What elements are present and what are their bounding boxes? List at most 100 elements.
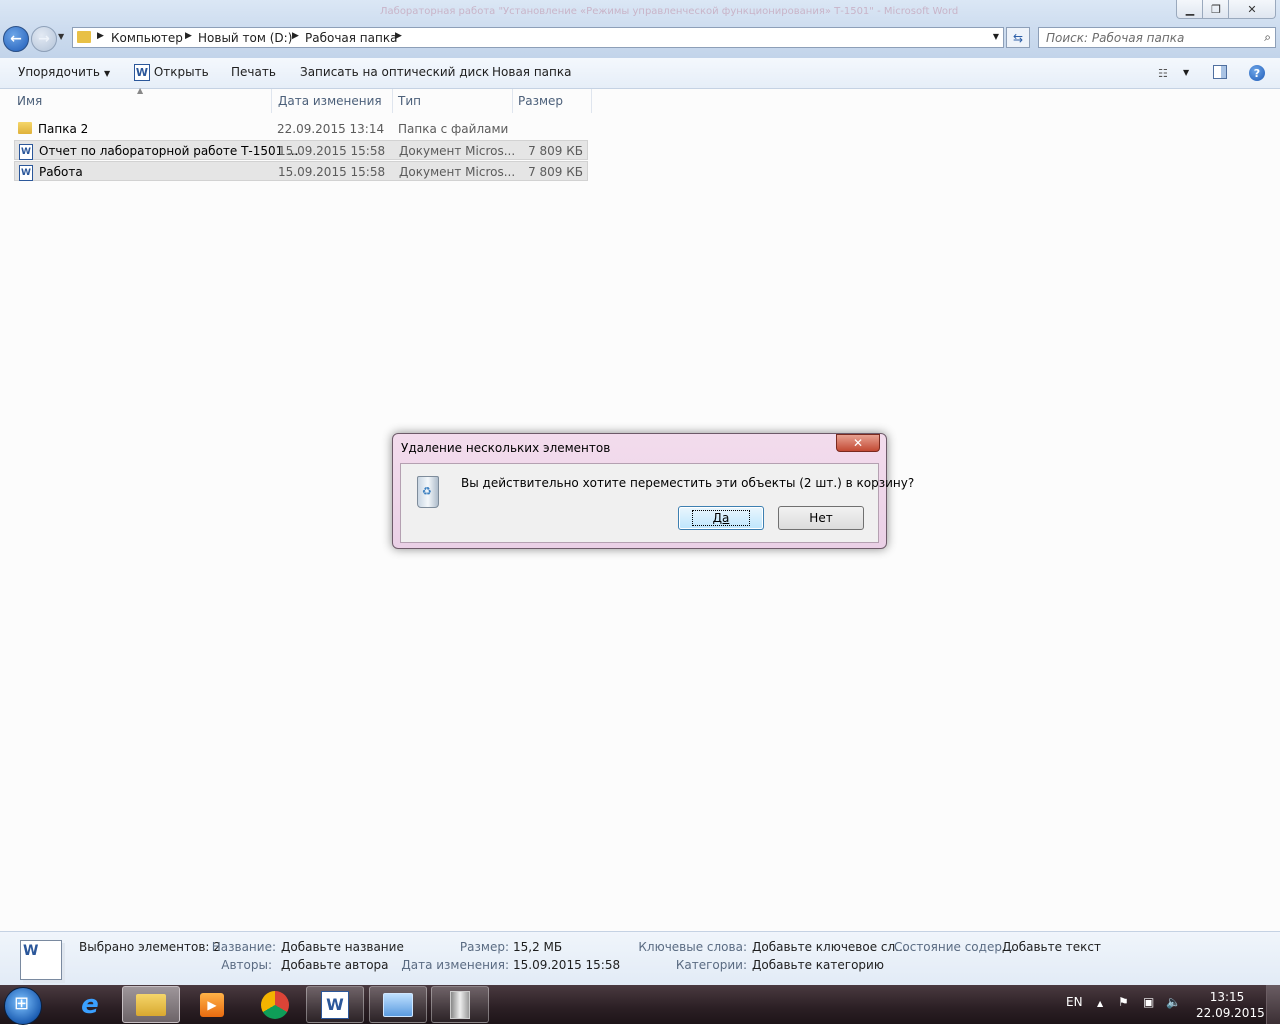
- breadcrumb-computer[interactable]: Компьютер: [111, 31, 183, 45]
- language-indicator[interactable]: EN: [1066, 995, 1083, 1009]
- refresh-icon: ⇆: [1012, 30, 1024, 45]
- column-divider[interactable]: [271, 89, 272, 113]
- breadcrumb-folder[interactable]: Рабочая папка: [305, 31, 397, 45]
- taskbar-word[interactable]: W: [306, 986, 364, 1023]
- list-item[interactable]: Папка 2 22.09.2015 13:14 Папка с файлами: [14, 119, 588, 139]
- command-bar: Упорядочить ▼ W Открыть Печать Записать н…: [0, 58, 1280, 89]
- refresh-button[interactable]: ⇆: [1006, 27, 1030, 48]
- categories-value[interactable]: Добавьте категорию: [752, 958, 884, 972]
- file-name: Работа: [39, 165, 83, 179]
- chevron-right-icon[interactable]: ▶: [97, 31, 104, 41]
- dialog-close-button[interactable]: ✕: [836, 434, 880, 452]
- preview-pane-icon[interactable]: [1213, 65, 1227, 79]
- chevron-right-icon[interactable]: ▶: [292, 31, 299, 41]
- search-input[interactable]: Поиск: Рабочая папка ⌕: [1038, 27, 1276, 48]
- volume-icon[interactable]: 🔈: [1166, 995, 1181, 1009]
- dialog-message: Вы действительно хотите переместить эти …: [461, 476, 915, 490]
- title-value[interactable]: Добавьте название: [281, 940, 404, 954]
- open-button[interactable]: W Открыть: [134, 64, 209, 81]
- taskbar-explorer[interactable]: [122, 986, 180, 1023]
- column-divider[interactable]: [392, 89, 393, 113]
- recent-pages-dropdown[interactable]: ▼: [58, 32, 64, 41]
- open-label: Открыть: [153, 65, 209, 79]
- column-divider[interactable]: [512, 89, 513, 113]
- minimize-button[interactable]: ▁: [1176, 0, 1204, 19]
- chevron-down-icon[interactable]: ▼: [993, 32, 999, 41]
- caret-down-icon[interactable]: ▼: [1183, 68, 1189, 77]
- categories-label: Категории:: [675, 958, 747, 972]
- taskbar-media-player[interactable]: ▶: [183, 986, 241, 1023]
- list-item[interactable]: W Работа 15.09.2015 15:58 Документ Micro…: [14, 161, 588, 181]
- file-size: 7 809 КБ: [528, 165, 583, 179]
- file-name: Папка 2: [38, 122, 89, 136]
- arrow-left-icon: ←: [10, 31, 22, 47]
- taskbar-app[interactable]: [431, 986, 489, 1023]
- action-center-flag-icon[interactable]: ⚑: [1118, 995, 1129, 1009]
- folder-icon: [77, 31, 91, 43]
- show-desktop-button[interactable]: [1266, 985, 1280, 1024]
- chevron-right-icon[interactable]: ▶: [395, 31, 402, 41]
- search-placeholder: Поиск: Рабочая папка: [1046, 31, 1185, 45]
- column-divider[interactable]: [591, 89, 592, 113]
- delete-confirm-dialog: Удаление нескольких элементов ✕ Вы дейст…: [392, 433, 914, 549]
- network-icon[interactable]: ▣: [1143, 995, 1154, 1009]
- close-button[interactable]: ✕: [1228, 0, 1276, 19]
- close-icon: ✕: [852, 436, 864, 450]
- size-label: Размер:: [459, 940, 509, 954]
- view-options-icon[interactable]: ☷: [1158, 67, 1168, 80]
- file-name: Отчет по лабораторной работе Т-1501 ...: [39, 144, 299, 158]
- organize-button[interactable]: Упорядочить ▼: [18, 65, 110, 79]
- taskbar-chrome[interactable]: [246, 986, 304, 1023]
- chevron-right-icon[interactable]: ▶: [185, 31, 192, 41]
- word-doc-icon: W: [19, 144, 33, 160]
- modified-value: 15.09.2015 15:58: [513, 958, 621, 972]
- word-icon: W: [321, 990, 349, 1019]
- keywords-value[interactable]: Добавьте ключевое сл...: [752, 940, 907, 954]
- selection-count: Выбрано элементов: 2: [79, 940, 221, 954]
- modified-label: Дата изменения:: [401, 958, 509, 972]
- size-value: 15,2 МБ: [513, 940, 563, 954]
- window-title: Лабораторная работа "Установление «Режим…: [380, 6, 959, 17]
- word-doc-icon: W: [19, 165, 33, 181]
- control-panel-icon: [383, 992, 413, 1017]
- taskbar: e ▶ W EN ▲ ⚑ ▣ 🔈 13:15 22.09.2015: [0, 985, 1280, 1025]
- forward-button[interactable]: →: [31, 26, 57, 52]
- file-date: 15.09.2015 15:58: [278, 165, 386, 179]
- column-header-name[interactable]: Имя: [17, 94, 42, 108]
- sort-ascending-icon: ▲: [137, 86, 144, 95]
- breadcrumb-drive[interactable]: Новый том (D:): [198, 31, 292, 45]
- column-header-type[interactable]: Тип: [398, 94, 421, 108]
- folder-icon: [18, 122, 32, 134]
- restore-button[interactable]: ❐: [1202, 0, 1230, 19]
- print-button[interactable]: Печать: [231, 65, 276, 79]
- file-date: 22.09.2015 13:14: [277, 122, 385, 136]
- new-folder-button[interactable]: Новая папка: [492, 65, 571, 79]
- column-header-date[interactable]: Дата изменения: [278, 94, 382, 108]
- search-icon[interactable]: ⌕: [1264, 30, 1271, 45]
- clock-time[interactable]: 13:15: [1200, 990, 1254, 1004]
- list-item[interactable]: W Отчет по лабораторной работе Т-1501 ..…: [14, 140, 588, 160]
- caret-down-icon: ▼: [103, 69, 111, 78]
- authors-value[interactable]: Добавьте автора: [281, 958, 389, 972]
- start-button[interactable]: [4, 987, 42, 1025]
- show-hidden-icons-icon[interactable]: ▲: [1097, 999, 1103, 1008]
- details-pane: W Выбрано элементов: 2 Название: Добавьт…: [0, 931, 1280, 986]
- file-type: Документ Micros...: [399, 165, 516, 179]
- word-icon: W: [134, 64, 150, 81]
- yes-button[interactable]: Да: [678, 506, 764, 530]
- burn-disc-button[interactable]: Записать на оптический диск: [300, 65, 489, 79]
- column-header-size[interactable]: Размер: [518, 94, 563, 108]
- yes-label: Да: [691, 510, 751, 526]
- no-button[interactable]: Нет: [778, 506, 864, 530]
- content-status-value[interactable]: Добавьте текст: [1002, 940, 1101, 954]
- help-icon[interactable]: ?: [1249, 65, 1265, 81]
- taskbar-ie[interactable]: e: [61, 986, 119, 1023]
- clock-date[interactable]: 22.09.2015: [1196, 1006, 1265, 1020]
- taskbar-control-panel[interactable]: [369, 986, 427, 1023]
- back-button[interactable]: ←: [3, 26, 29, 52]
- window-titlebar: Лабораторная работа "Установление «Режим…: [0, 0, 1280, 58]
- file-date: 15.09.2015 15:58: [278, 144, 386, 158]
- file-type: Папка с файлами: [398, 122, 509, 136]
- explorer-folder-icon: [136, 993, 166, 1016]
- address-bar[interactable]: ▶ Компьютер ▶ Новый том (D:) ▶ Рабочая п…: [72, 27, 1004, 48]
